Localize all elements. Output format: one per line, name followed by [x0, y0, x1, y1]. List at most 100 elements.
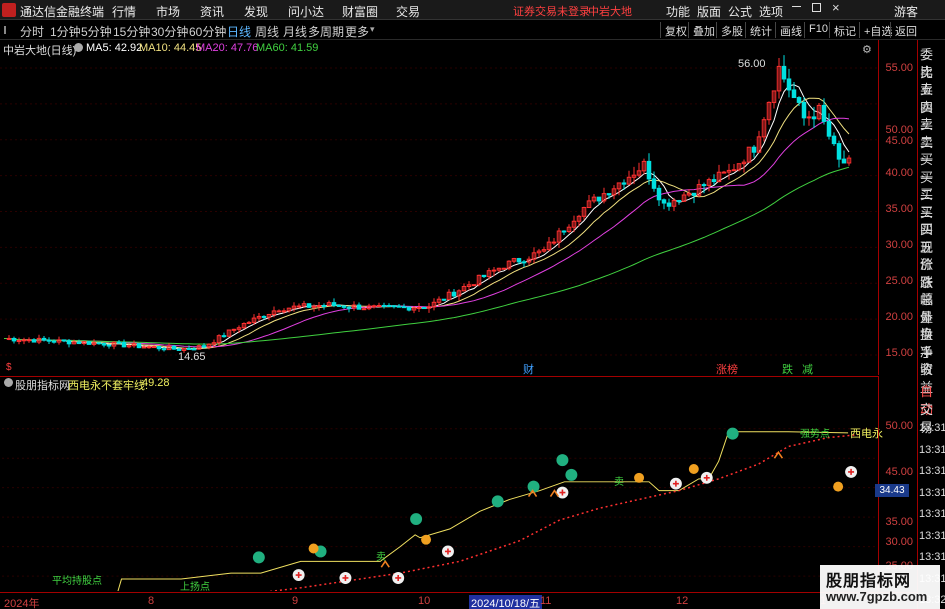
price-tick: 15.00: [885, 347, 913, 359]
candle-body: [826, 120, 832, 137]
tab-monthly[interactable]: 月线: [283, 23, 307, 40]
more-dropdown-icon[interactable]: ▾: [370, 24, 375, 35]
candle-body: [841, 158, 847, 164]
candle-body: [786, 78, 792, 91]
menu-caifuquan[interactable]: 财富圈: [342, 3, 378, 20]
check-marker-icon: [491, 495, 504, 508]
price-tick: 45.00: [885, 135, 913, 147]
menu-zixun[interactable]: 资讯: [200, 3, 224, 20]
btn-diejia[interactable]: 叠加: [688, 22, 719, 38]
menu-banmian[interactable]: 版面: [697, 3, 721, 20]
candle-body: [296, 305, 302, 308]
indicator-text-shangyang: 上扬点: [180, 582, 210, 593]
candle-body: [306, 303, 312, 308]
app-logo-icon: [2, 3, 16, 17]
tab-5min[interactable]: 5分钟: [81, 23, 112, 40]
menu-jiaoyi[interactable]: 交易: [396, 3, 420, 20]
candle-body: [76, 341, 82, 345]
menu-hangqing[interactable]: 行情: [112, 3, 136, 20]
price-tick: 40.00: [885, 167, 913, 179]
indicator-chart[interactable]: [0, 376, 878, 591]
date-label: 11: [540, 595, 552, 607]
candle-body: [141, 346, 147, 349]
tab-1min[interactable]: 1分钟: [50, 23, 81, 40]
menu-gongshi[interactable]: 公式: [728, 3, 752, 20]
candle-body: [136, 343, 142, 349]
ma-settings-icon[interactable]: [74, 43, 83, 52]
candle-body: [96, 342, 102, 345]
btn-huaxian[interactable]: 画线: [775, 22, 806, 38]
kline-chart[interactable]: [0, 40, 878, 375]
candle-body: [21, 339, 27, 342]
menu-gongneng[interactable]: 功能: [666, 3, 690, 20]
trade-time: 13:31: [919, 508, 945, 520]
date-label: 2024年: [4, 598, 40, 609]
candle-body: [221, 335, 227, 338]
restore-icon[interactable]: [812, 3, 821, 12]
candle-body: [31, 339, 37, 343]
price-tick: 55.00: [885, 62, 913, 74]
close-icon[interactable]: ×: [832, 0, 840, 15]
candle-body: [521, 261, 527, 264]
candle-body: [356, 304, 362, 310]
menu-faxian[interactable]: 发现: [244, 3, 268, 20]
event-mark-die[interactable]: 跌: [782, 361, 793, 377]
tab-daily[interactable]: 日线: [227, 23, 251, 40]
candle-body: [416, 307, 422, 310]
check-marker-icon: [726, 427, 739, 440]
tab-60min[interactable]: 60分钟: [189, 23, 226, 40]
btn-fanhui[interactable]: 返回: [890, 22, 921, 38]
orange-marker-icon: [688, 463, 699, 474]
check-marker-icon: [252, 551, 265, 564]
tab-15min[interactable]: 15分钟: [113, 23, 150, 40]
ma10-label: MA10: 44.45: [139, 42, 202, 54]
candle-body: [331, 302, 337, 306]
chart-title: 中岩大地(日线): [3, 45, 77, 57]
trade-time: 13:31: [919, 422, 945, 434]
btn-biaoji[interactable]: 标记: [829, 22, 860, 38]
event-mark-jian[interactable]: 减: [802, 361, 813, 377]
candle-body: [316, 305, 322, 308]
candle-body: [101, 342, 107, 346]
tab-multi-period[interactable]: 多周期: [308, 23, 344, 40]
candle-body: [751, 146, 757, 153]
indicator-step-line: [117, 431, 849, 591]
candle-body: [61, 339, 67, 342]
indicator-axis: 50.00 45.00 35.00 30.00 25.00 34.43: [875, 376, 917, 591]
ind-tick: 30.00: [885, 536, 913, 548]
event-mark-dollar[interactable]: $: [6, 362, 12, 373]
event-mark-cai[interactable]: 财: [523, 361, 534, 377]
login-warning[interactable]: 证券交易未登录: [513, 3, 590, 19]
candle-body: [701, 184, 707, 187]
chart-settings-icon[interactable]: ⚙: [862, 43, 872, 56]
menu-xuanxiang[interactable]: 选项: [759, 3, 783, 20]
tab-more[interactable]: 更多: [345, 23, 369, 40]
menu-shichang[interactable]: 市场: [156, 3, 180, 20]
date-label-selected: 2024/10/18/五: [469, 595, 543, 609]
candle-body: [191, 348, 197, 351]
btn-duogu[interactable]: 多股: [716, 22, 747, 38]
candle-body: [391, 305, 397, 308]
candle-body: [11, 337, 17, 342]
tab-30min[interactable]: 30分钟: [151, 23, 188, 40]
indicator-text-pingjun: 平均持股点: [52, 576, 102, 587]
price-tick: 20.00: [885, 311, 913, 323]
guest-button[interactable]: 游客: [894, 3, 918, 20]
candle-body: [171, 345, 177, 350]
indicator-settings-icon[interactable]: [4, 378, 13, 387]
btn-fuquan[interactable]: 复权: [660, 22, 691, 38]
btn-f10[interactable]: F10: [804, 22, 832, 38]
ma5-line: [4, 84, 850, 350]
btn-tongji[interactable]: 统计: [745, 22, 776, 38]
price-tick: 25.00: [885, 275, 913, 287]
minimize-icon[interactable]: [792, 6, 801, 7]
tab-fenshi[interactable]: 分时: [20, 23, 44, 40]
event-mark-zhangbang[interactable]: 涨榜: [716, 361, 738, 377]
tab-weekly[interactable]: 周线: [255, 23, 279, 40]
menu-wenxiaoda[interactable]: 问小达: [288, 3, 324, 20]
price-axis: 55.00 50.00 45.00 40.00 35.00 30.00 25.0…: [878, 40, 917, 375]
indicator-value: 49.28: [142, 377, 170, 389]
period-bar: 分时 1分钟 5分钟 15分钟 30分钟 60分钟 日线 周线 月线 多周期 更…: [0, 20, 945, 40]
collapse-icon[interactable]: [4, 26, 11, 34]
candle-body: [276, 310, 282, 313]
